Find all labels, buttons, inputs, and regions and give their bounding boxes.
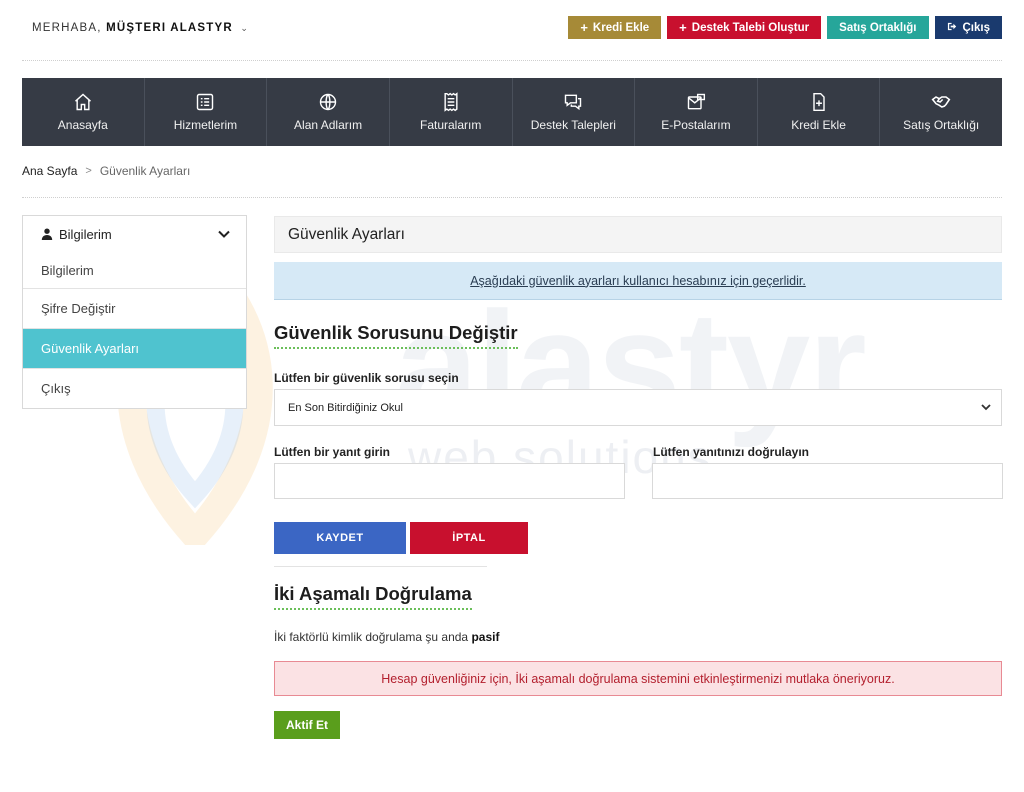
sidebar-item-logout[interactable]: Çıkış — [23, 368, 246, 408]
save-button[interactable]: KAYDET — [274, 522, 406, 554]
plus-icon: + — [580, 20, 588, 35]
two-factor-title: İki Aşamalı Doğrulama — [274, 583, 472, 610]
invoice-icon — [444, 92, 458, 112]
sidebar-item-label: Çıkış — [41, 381, 71, 396]
question-label: Lütfen bir güvenlik sorusu seçin — [274, 371, 459, 385]
page-title: Güvenlik Ayarları — [274, 216, 1002, 253]
two-factor-alert: Hesap güvenliğiniz için, İki aşamalı doğ… — [274, 661, 1002, 696]
answer-input[interactable] — [274, 463, 625, 499]
affiliate-label: Satış Ortaklığı — [839, 21, 917, 34]
divider — [274, 566, 487, 567]
add-credit-button[interactable]: + Kredi Ekle — [568, 16, 662, 39]
nav-item-domains[interactable]: Alan Adlarım — [267, 78, 390, 146]
logout-button[interactable]: Çıkış — [934, 16, 1002, 39]
user-greeting[interactable]: MERHABA, MÜŞTERI ALASTYR ⌄ — [32, 22, 249, 34]
nav-item-services[interactable]: Hizmetlerim — [145, 78, 268, 146]
greeting-prefix: MERHABA, — [32, 22, 102, 34]
nav-item-home[interactable]: Anasayfa — [22, 78, 145, 146]
breadcrumb-current: Güvenlik Ayarları — [99, 164, 191, 178]
user-icon — [41, 228, 53, 240]
file-plus-icon — [812, 92, 825, 112]
chat-icon — [565, 94, 582, 111]
nav-item-add-credit[interactable]: Kredi Ekle — [758, 78, 881, 146]
nav-item-support[interactable]: Destek Talepleri — [513, 78, 636, 146]
breadcrumb-separator: > — [85, 165, 92, 177]
nav-item-invoices[interactable]: Faturalarım — [390, 78, 513, 146]
top-bar: MERHABA, MÜŞTERI ALASTYR ⌄ + Kredi Ekle … — [22, 16, 1002, 42]
plus-icon: + — [679, 20, 687, 35]
add-credit-label: Kredi Ekle — [592, 21, 650, 34]
confirm-answer-label: Lütfen yanıtınızı doğrulayın — [653, 445, 809, 459]
nav-label: Satış Ortaklığı — [903, 118, 980, 132]
nav-item-emails[interactable]: E-Postalarım — [635, 78, 758, 146]
security-question-title: Güvenlik Sorusunu Değiştir — [274, 322, 518, 349]
divider — [22, 60, 1002, 61]
nav-label: Kredi Ekle — [791, 118, 846, 132]
main-nav: Anasayfa Hizmetlerim Alan Adlarım Fatura… — [22, 78, 1002, 146]
select-value: En Son Bitirdiğiniz Okul — [288, 401, 403, 414]
globe-icon — [319, 93, 337, 111]
home-icon — [74, 93, 91, 111]
chevron-down-icon — [218, 230, 230, 238]
sidebar-header[interactable]: Bilgilerim — [23, 216, 246, 252]
nav-label: Destek Talepleri — [530, 118, 616, 132]
nav-label: Faturalarım — [420, 118, 482, 132]
nav-label: Anasayfa — [57, 118, 108, 132]
two-factor-status: İki faktörlü kimlik doğrulama şu anda pa… — [274, 630, 499, 644]
logout-label: Çıkış — [962, 21, 991, 34]
security-question-select[interactable]: En Son Bitirdiğiniz Okul — [274, 389, 1002, 426]
affiliate-button[interactable]: Satış Ortaklığı — [827, 16, 929, 39]
sidebar-item-label: Güvenlik Ayarları — [41, 341, 140, 356]
breadcrumb-home[interactable]: Ana Sayfa — [22, 164, 77, 178]
answer-label: Lütfen bir yanıt girin — [274, 445, 390, 459]
two-factor-status-value: pasif — [471, 630, 500, 644]
handshake-icon — [931, 96, 951, 108]
top-actions: + Kredi Ekle + Destek Talebi Oluştur Sat… — [568, 16, 1002, 39]
sidebar-item-change-password[interactable]: Şifre Değiştir — [23, 288, 246, 328]
nav-item-affiliate[interactable]: Satış Ortaklığı — [880, 78, 1002, 146]
info-banner: Aşağıdaki güvenlik ayarları kullanıcı he… — [274, 262, 1002, 300]
logout-icon — [947, 20, 958, 35]
activate-two-factor-button[interactable]: Aktif Et — [274, 711, 340, 739]
two-factor-status-text: İki faktörlü kimlik doğrulama şu anda — [274, 630, 469, 644]
sidebar-item-label: Bilgilerim — [41, 262, 94, 278]
nav-label: E-Postalarım — [661, 118, 731, 132]
create-ticket-label: Destek Talebi Oluştur — [691, 21, 810, 34]
create-ticket-button[interactable]: + Destek Talebi Oluştur — [667, 16, 822, 39]
confirm-answer-input[interactable] — [652, 463, 1003, 499]
sidebar-header-label: Bilgilerim — [59, 226, 112, 242]
chevron-down-icon: ⌄ — [240, 23, 250, 33]
greeting-username: MÜŞTERI ALASTYR — [106, 22, 233, 34]
breadcrumb: Ana Sayfa > Güvenlik Ayarları — [22, 164, 190, 178]
cancel-button[interactable]: İPTAL — [410, 522, 528, 554]
sidebar-item-label: Şifre Değiştir — [41, 301, 116, 316]
nav-label: Alan Adlarım — [294, 118, 363, 132]
nav-label: Hizmetlerim — [173, 118, 238, 132]
account-sidebar: Bilgilerim Bilgilerim Şifre Değiştir Güv… — [22, 215, 247, 409]
sidebar-item-profile[interactable]: Bilgilerim — [23, 252, 246, 288]
list-icon — [197, 93, 214, 111]
main-content: Güvenlik Ayarları Aşağıdaki güvenlik aya… — [274, 216, 1003, 739]
mail-icon — [687, 93, 705, 110]
divider — [22, 197, 1002, 198]
sidebar-item-security[interactable]: Güvenlik Ayarları — [23, 328, 246, 368]
chevron-down-icon — [981, 404, 991, 411]
